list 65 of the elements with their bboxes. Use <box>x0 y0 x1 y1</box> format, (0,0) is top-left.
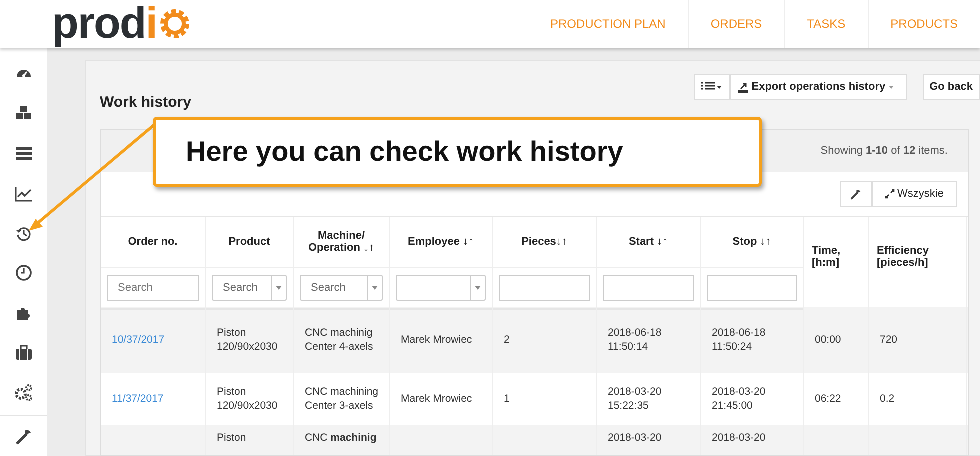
caret-icon <box>372 286 378 290</box>
column-header: Machine/ Operation ↓↑ <box>294 217 390 267</box>
settings-button[interactable] <box>840 181 872 207</box>
dropdown-button[interactable] <box>367 275 383 301</box>
expand-button[interactable]: Wszyskie <box>872 181 957 207</box>
filter-field[interactable]: Search <box>212 275 271 301</box>
product-cell-text: Piston 120/90x2030 <box>217 384 279 414</box>
table-row[interactable]: 10/37/2017 Piston 120/90x2030 CNC machinig Center 4-axels Marek Mrowiec 2 2018-06-18 11:50:14 2018-06-18 11:50:24 00:00 720 <box>101 307 968 373</box>
start-time-cell: 2018-03-20 <box>608 431 662 446</box>
page-title: Work history <box>100 94 192 110</box>
caret-icon <box>888 86 894 88</box>
efficiency-cell: 0.2 <box>880 392 895 406</box>
order-link[interactable]: 11/37/2017 <box>112 392 164 406</box>
chart-icon[interactable] <box>14 184 32 203</box>
filter-field[interactable] <box>396 275 470 301</box>
logo-text: prodi <box>52 2 157 46</box>
search-field[interactable]: Search <box>107 275 199 301</box>
gears-icon[interactable] <box>14 384 32 402</box>
product-cell-text: Piston 120/90x2030 <box>217 326 279 354</box>
table-row[interactable]: Piston CNC machinig 2018-03-20 2018-03-20 <box>101 425 968 455</box>
efficiency-cell: 720 <box>880 332 898 348</box>
stop-time-cell-text: 2018-03-20 21:45:00 <box>712 384 767 414</box>
column-header: Pieces↓↑ <box>493 217 597 267</box>
search-field[interactable] <box>603 275 694 301</box>
export-button[interactable]: Export operations history <box>730 74 907 100</box>
export-icon <box>736 82 749 92</box>
rows-icon[interactable] <box>14 144 32 163</box>
machine-cell-text: CNC machining Center 3-axels <box>305 384 380 414</box>
column-header: Order no. <box>101 217 206 267</box>
stop-time-cell-text: 2018-06-18 11:50:24 <box>712 326 767 354</box>
duration-cell: 06:22 <box>815 392 842 406</box>
employee-cell: Marek Mrowiec <box>401 392 472 406</box>
caret-icon <box>475 286 481 290</box>
dropdown-button[interactable] <box>470 275 486 301</box>
search-field[interactable] <box>707 275 797 301</box>
product-cell: Piston <box>217 431 246 446</box>
pieces-cell: 1 <box>504 392 510 406</box>
callout-text: Here you can check work history <box>186 136 624 168</box>
column-header: Start ↓↑ <box>597 217 701 267</box>
expand-icon <box>884 189 895 199</box>
column-header: Product <box>206 217 294 267</box>
pagination-summary: Showing 1-10 of 12 items. <box>820 145 948 157</box>
wrench-icon[interactable] <box>14 427 32 446</box>
history-icon[interactable] <box>14 224 32 243</box>
machine-cell-text: CNC machinig Center 4-axels <box>305 326 374 354</box>
go-back-button[interactable]: Go back <box>922 74 980 100</box>
briefcase-icon[interactable] <box>14 344 32 362</box>
list-caret-icon <box>700 82 723 92</box>
gear-icon <box>158 7 192 41</box>
start-time-cell-text: 2018-03-20 15:22:35 <box>608 384 663 414</box>
employee-cell: Marek Mrowiec <box>401 332 472 348</box>
columns-menu-button[interactable] <box>694 74 730 100</box>
stop-time-cell: 2018-03-20 <box>712 431 766 446</box>
start-time-cell-text: 2018-06-18 11:50:14 <box>608 326 663 354</box>
pieces-cell: 2 <box>504 332 510 348</box>
filter-field[interactable]: Search <box>300 275 367 301</box>
duration-cell: 00:00 <box>815 332 842 348</box>
caret-icon <box>276 286 282 290</box>
column-header: Stop ↓↑ <box>701 217 804 267</box>
search-field[interactable] <box>499 275 590 301</box>
column-header: Employee ↓↑ <box>390 217 493 267</box>
machine-cell: CNC machinig <box>305 431 377 446</box>
wrench-icon <box>850 188 862 200</box>
dropdown-button[interactable] <box>271 275 287 301</box>
clock-icon[interactable] <box>14 264 32 282</box>
